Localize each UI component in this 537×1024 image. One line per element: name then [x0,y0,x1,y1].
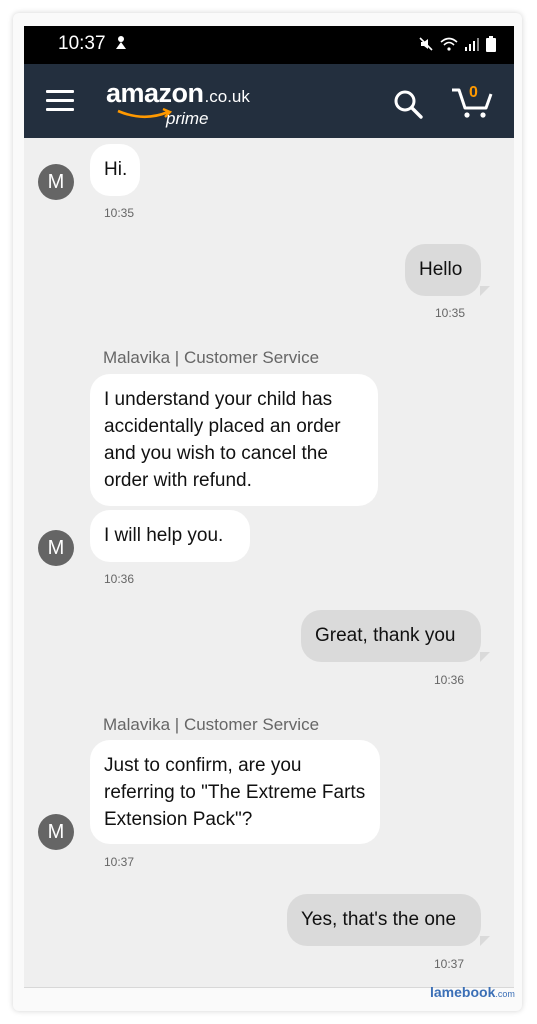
battery-icon [486,36,496,57]
chat-thread: M Hi. 10:35 Hello 10:35 Malavika | Custo… [24,138,514,988]
user-message: Yes, that's the one [287,894,481,946]
mute-icon [418,36,434,57]
agent-message: Just to confirm, are you referring to "T… [90,740,380,844]
agent-message: I understand your child has accidentally… [90,374,378,506]
watermark: lamebook.com [430,984,515,1000]
message-timestamp: 10:36 [434,673,465,687]
agent-name-label: Malavika | Customer Service [103,715,320,734]
agent-avatar: M [38,814,74,850]
agent-message: Hi. [90,144,140,196]
agent-avatar: M [38,530,74,566]
user-message: Hello [405,244,481,296]
search-icon[interactable] [392,88,424,120]
watermark-text: lamebook [430,984,496,1000]
amazon-logo[interactable]: amazon.co.uk prime [106,78,250,128]
bubble-tail [480,936,490,946]
cart-count-badge: 0 [469,84,478,101]
logo-wordmark: amazon [106,78,204,108]
logo-domain: .co.uk [204,87,250,106]
agent-name-label: Malavika | Customer Service [103,348,320,367]
message-timestamp: 10:35 [104,206,135,220]
hamburger-menu-icon[interactable] [46,90,74,112]
wifi-icon [440,37,458,56]
bubble-tail [480,652,490,662]
user-message: Great, thank you [301,610,481,662]
status-time: 10:37 [58,33,106,54]
message-timestamp: 10:35 [435,306,466,320]
bubble-tail [480,286,490,296]
app-header: amazon.co.uk prime 0 [24,64,514,138]
notification-icon [114,34,128,54]
logo-prime: prime [166,109,209,128]
message-timestamp: 10:37 [434,957,465,971]
message-timestamp: 10:37 [104,855,135,869]
watermark-suffix: .com [495,989,515,999]
signal-icon [464,37,480,56]
agent-message: I will help you. [90,510,250,562]
agent-avatar: M [38,164,74,200]
status-bar: 10:37 [24,26,514,64]
message-timestamp: 10:36 [104,572,135,586]
status-icons [418,36,496,57]
phone-screen: 10:37 amazon.co.uk prime 0 M Hi. 10:35 H… [24,26,514,988]
